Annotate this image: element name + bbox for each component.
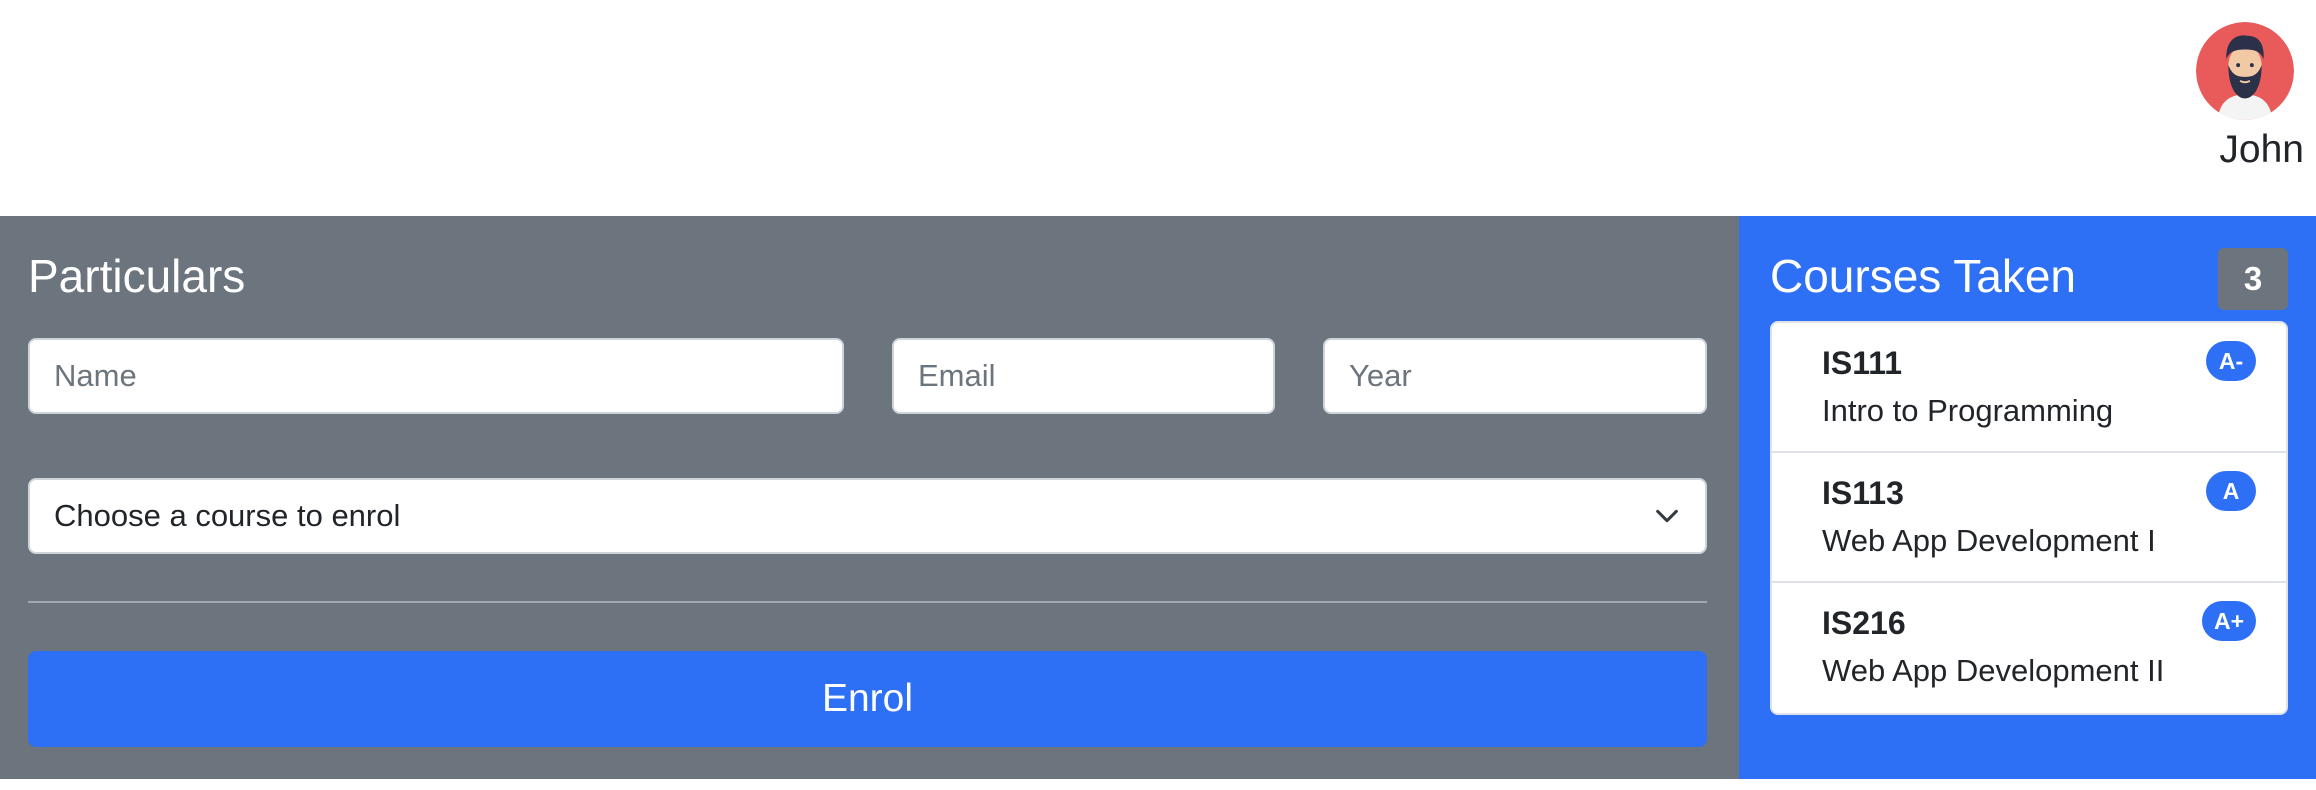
grade-badge: A [2206,471,2256,511]
list-item[interactable]: IS216 Web App Development II A+ [1772,583,2286,713]
main-content: Particulars Name Email Year Choose a cou… [0,216,2316,779]
list-item[interactable]: IS111 Intro to Programming A- [1772,323,2286,453]
course-list: IS111 Intro to Programming A- IS113 Web … [1770,321,2288,715]
course-title: Intro to Programming [1822,393,2114,428]
particulars-panel: Particulars Name Email Year Choose a cou… [0,216,1739,779]
course-title: Web App Development I [1822,523,2156,558]
course-code: IS216 [1822,605,1906,641]
course-code: IS113 [1822,475,1904,511]
list-item[interactable]: IS113 Web App Development I A [1772,453,2286,583]
courses-count-badge: 3 [2218,248,2288,310]
year-input[interactable]: Year [1323,338,1707,414]
header: John [0,0,2316,216]
avatar[interactable] [2196,22,2294,120]
course-select-value: Choose a course to enrol [54,498,401,533]
user-profile[interactable]: John [2184,22,2304,169]
user-name: John [2219,128,2304,171]
course-title: Web App Development II [1822,653,2165,688]
email-input[interactable]: Email [892,338,1275,414]
enrol-button[interactable]: Enrol [28,651,1707,747]
chevron-down-icon [1653,502,1681,530]
divider [28,601,1707,603]
course-select[interactable]: Choose a course to enrol [28,478,1707,554]
year-placeholder: Year [1349,358,1412,393]
courses-taken-title: Courses Taken [1770,250,2076,302]
name-input[interactable]: Name [28,338,844,414]
grade-badge: A+ [2201,601,2256,641]
particulars-title: Particulars [28,250,246,302]
name-placeholder: Name [54,358,137,393]
grade-badge: A- [2206,341,2256,381]
user-avatar-icon [2196,22,2294,120]
course-code: IS111 [1822,345,1903,381]
email-placeholder: Email [918,358,996,393]
courses-taken-panel: Courses Taken 3 IS111 Intro to Programmi… [1739,216,2316,779]
